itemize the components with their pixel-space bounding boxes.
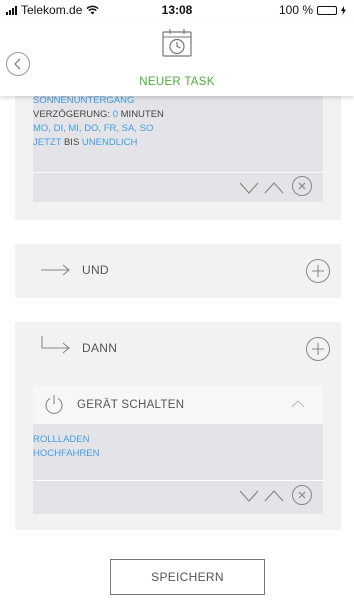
delay-value[interactable]: 0 bbox=[113, 109, 118, 120]
action-details: ROLLLADEN HOCHFAHREN bbox=[33, 433, 100, 461]
plus-icon bbox=[312, 343, 324, 355]
close-icon bbox=[298, 182, 306, 190]
save-button[interactable]: SPEICHERN bbox=[110, 559, 265, 595]
move-up-icon[interactable] bbox=[264, 490, 284, 502]
move-down-icon[interactable] bbox=[239, 182, 259, 194]
arrow-turn-right-icon bbox=[41, 336, 70, 354]
period-until-label: BIS bbox=[63, 137, 80, 148]
delay-unit: MINUTEN bbox=[120, 109, 164, 120]
trigger-days[interactable]: MO, DI, MI, DO, FR, SA, SO bbox=[33, 122, 164, 136]
dann-label: DANN bbox=[82, 341, 118, 355]
und-label: UND bbox=[82, 263, 109, 277]
trigger-event[interactable]: SONNENUNTERGANG bbox=[33, 94, 164, 108]
add-dann-button[interactable] bbox=[306, 337, 330, 361]
move-up-icon[interactable] bbox=[264, 182, 284, 194]
action-title: GERÄT SCHALTEN bbox=[77, 399, 185, 411]
trigger-period-line: JETZT BIS UNENDLICH bbox=[33, 136, 164, 150]
dann-section: DANN GERÄT SCHALTEN ROLLLADEN HOCHFAHREN bbox=[15, 322, 341, 530]
close-icon bbox=[298, 491, 306, 499]
action-card-header[interactable]: GERÄT SCHALTEN bbox=[33, 386, 323, 424]
add-und-button[interactable] bbox=[306, 259, 330, 283]
und-row[interactable]: UND bbox=[15, 244, 341, 298]
remove-trigger-button[interactable] bbox=[292, 176, 312, 196]
back-button[interactable] bbox=[6, 52, 30, 76]
remove-action-button[interactable] bbox=[292, 485, 312, 505]
arrow-right-icon bbox=[41, 264, 70, 276]
action-device[interactable]: ROLLLADEN bbox=[33, 433, 100, 447]
action-command[interactable]: HOCHFAHREN bbox=[33, 447, 100, 461]
action-card: GERÄT SCHALTEN ROLLLADEN HOCHFAHREN bbox=[33, 386, 323, 514]
page-title: NEUER TASK bbox=[139, 76, 215, 88]
plus-icon bbox=[312, 265, 324, 277]
battery-icon bbox=[317, 5, 337, 15]
move-down-icon[interactable] bbox=[239, 490, 259, 502]
divider bbox=[33, 480, 323, 481]
chevron-left-icon bbox=[14, 58, 21, 70]
action-body: ROLLLADEN HOCHFAHREN bbox=[33, 424, 323, 514]
delay-label: VERZÖGERUNG: bbox=[33, 109, 111, 120]
chevron-up-icon[interactable] bbox=[291, 400, 305, 408]
nav-header: NEUER TASK bbox=[0, 20, 354, 96]
status-right: 100 % bbox=[279, 3, 346, 17]
period-from[interactable]: JETZT bbox=[33, 137, 61, 148]
trigger-details: SONNENUNTERGANG VERZÖGERUNG: 0 MINUTEN M… bbox=[33, 94, 164, 150]
calendar-clock-icon bbox=[162, 29, 192, 57]
status-bar: Telekom.de 13:08 100 % bbox=[0, 0, 354, 20]
battery-percent: 100 % bbox=[278, 3, 313, 17]
trigger-delay-line: VERZÖGERUNG: 0 MINUTEN bbox=[33, 108, 164, 122]
charging-icon bbox=[341, 5, 346, 15]
app-screen: Telekom.de 13:08 100 % NEUER TASK SONNEN… bbox=[0, 0, 354, 610]
divider bbox=[33, 172, 323, 173]
power-icon bbox=[45, 395, 63, 414]
period-until[interactable]: UNENDLICH bbox=[82, 137, 137, 148]
